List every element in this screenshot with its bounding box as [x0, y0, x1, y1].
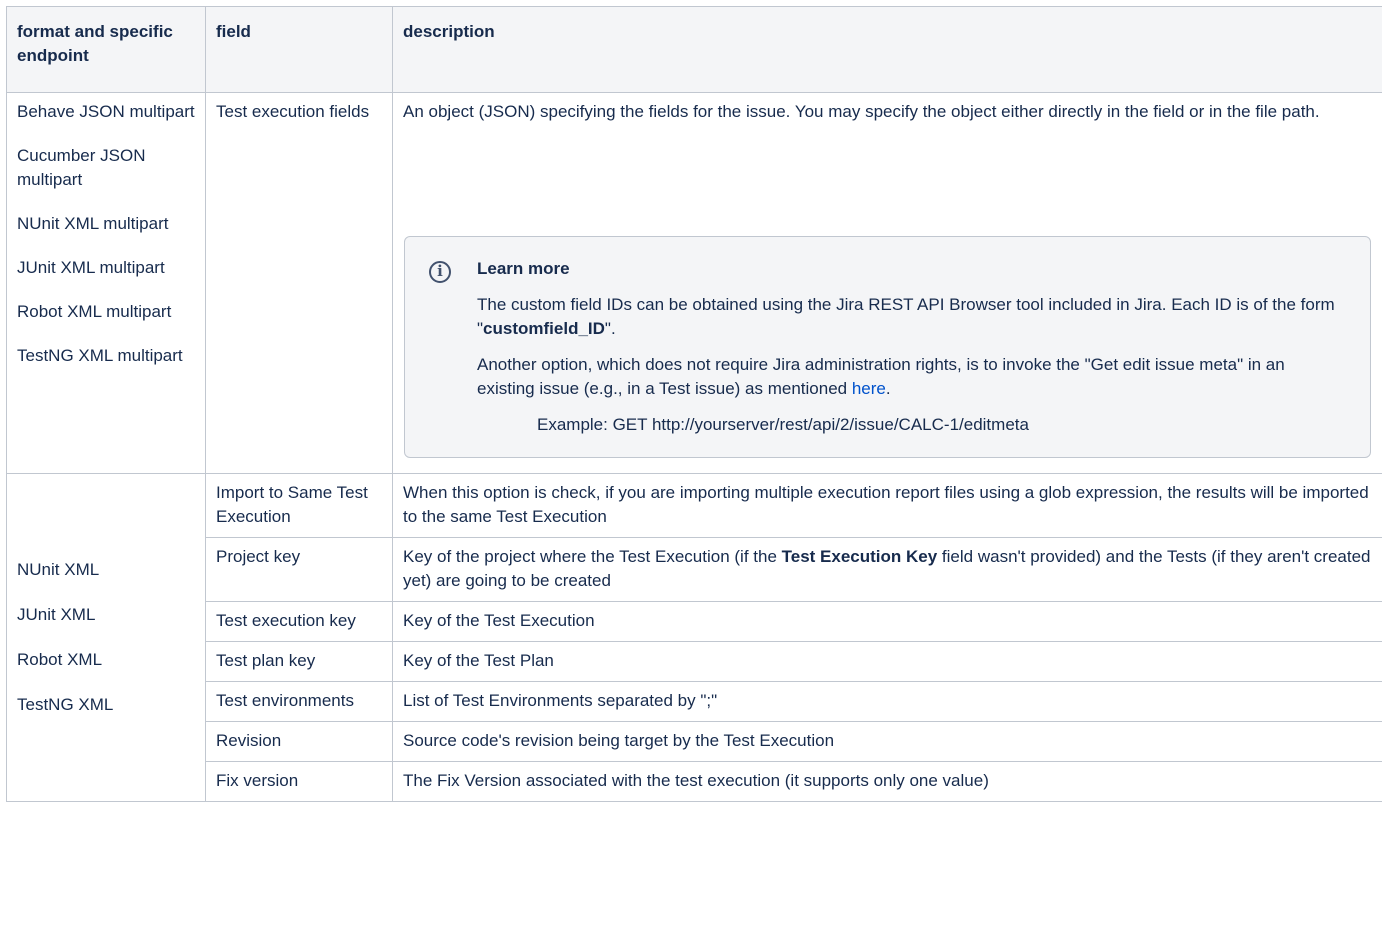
- header-row: format and specific endpoint field descr…: [6, 6, 1382, 93]
- format-cell: Behave JSON multipart Cucumber JSON mult…: [6, 92, 206, 474]
- format-item: Robot XML multipart: [17, 302, 172, 321]
- field-cell: Revision: [205, 721, 393, 762]
- customfield-id-text: customfield_ID: [483, 319, 605, 338]
- field-cell: Test plan key: [205, 641, 393, 682]
- header-format: format and specific endpoint: [6, 6, 206, 93]
- bold-field-name: Test Execution Key: [781, 547, 938, 566]
- table-row: Test execution key Key of the Test Execu…: [7, 601, 1382, 642]
- description-cell: Key of the project where the Test Execut…: [392, 537, 1382, 602]
- header-field: field: [205, 6, 393, 93]
- panel-paragraph: The custom field IDs can be obtained usi…: [477, 295, 1335, 338]
- panel-title: Learn more: [477, 259, 570, 278]
- info-panel: i Learn more The custom field IDs can be…: [404, 236, 1371, 458]
- panel-paragraph: Another option, which does not require J…: [477, 355, 1285, 398]
- info-icon: i: [429, 261, 451, 283]
- description-cell: The Fix Version associated with the test…: [392, 761, 1382, 802]
- here-link[interactable]: here: [852, 379, 886, 398]
- field-cell: Test execution key: [205, 601, 393, 642]
- description-cell: Source code's revision being target by t…: [392, 721, 1382, 762]
- table-row: Revision Source code's revision being ta…: [7, 721, 1382, 762]
- format-item: TestNG XML multipart: [17, 346, 183, 365]
- format-item: JUnit XML multipart: [17, 258, 165, 277]
- header-description: description: [392, 6, 1382, 93]
- parameters-table: format and specific endpoint field descr…: [6, 6, 1382, 802]
- field-cell: Import to Same Test Execution: [205, 473, 393, 538]
- format-item: TestNG XML: [17, 694, 114, 714]
- field-cell: Test execution fields: [205, 92, 393, 474]
- format-item: NUnit XML multipart: [17, 214, 169, 233]
- format-item: Behave JSON multipart: [17, 102, 195, 121]
- table-row: Test environments List of Test Environme…: [7, 681, 1382, 722]
- description-text: An object (JSON) specifying the fields f…: [403, 102, 1320, 121]
- description-cell: When this option is check, if you are im…: [392, 473, 1382, 538]
- format-item: NUnit XML: [17, 559, 100, 579]
- table-row: Behave JSON multipart Cucumber JSON mult…: [6, 92, 1382, 474]
- format-cell: NUnit XML JUnit XML Robot XML TestNG XML: [6, 473, 206, 802]
- description-cell: An object (JSON) specifying the fields f…: [392, 92, 1382, 474]
- field-cell: Test environments: [205, 681, 393, 722]
- field-cell: Fix version: [205, 761, 393, 802]
- description-cell: List of Test Environments separated by "…: [392, 681, 1382, 722]
- table-row: Fix version The Fix Version associated w…: [7, 761, 1382, 802]
- format-item: Cucumber JSON multipart: [17, 146, 146, 189]
- description-cell: Key of the Test Plan: [392, 641, 1382, 682]
- table-row: NUnit XML JUnit XML Robot XML TestNG XML…: [6, 473, 1382, 802]
- format-item: JUnit XML: [17, 604, 96, 624]
- format-item: Robot XML: [17, 649, 103, 669]
- description-cell: Key of the Test Execution: [392, 601, 1382, 642]
- field-cell: Project key: [205, 537, 393, 602]
- panel-example: Example: GET http://yourserver/rest/api/…: [537, 415, 1029, 434]
- table-row: Test plan key Key of the Test Plan: [7, 641, 1382, 682]
- table-row: Project key Key of the project where the…: [7, 537, 1382, 602]
